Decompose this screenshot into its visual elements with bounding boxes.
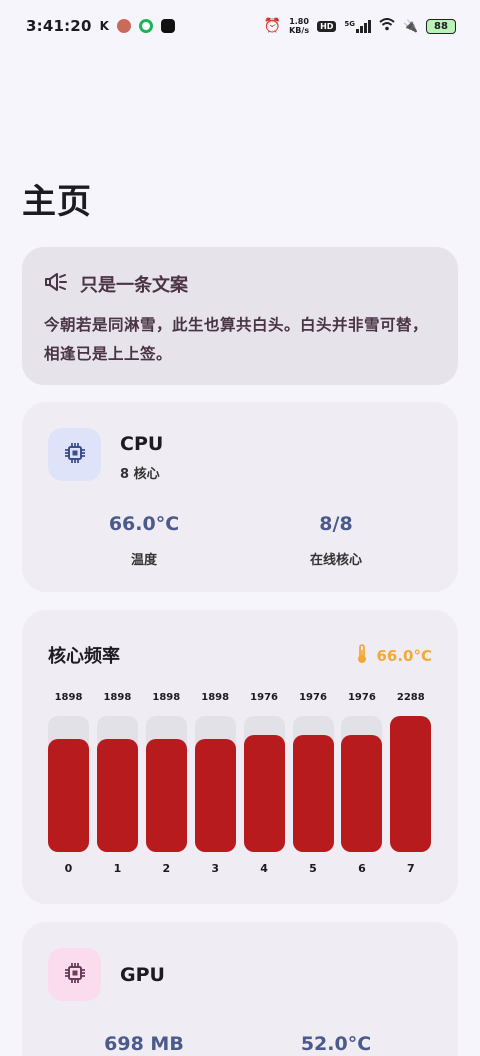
core-index-label: 6: [358, 862, 366, 875]
core-bar-fill: [96, 739, 138, 852]
cpu-core-count: 8 核心: [120, 467, 160, 482]
k-app-icon: K: [99, 19, 109, 33]
chip-icon: [63, 441, 87, 469]
core-bar-track: [390, 716, 432, 852]
cpu-online-label: 在线核心: [309, 553, 362, 568]
chip-icon: [63, 961, 87, 989]
core-freq-label: 1976: [299, 692, 327, 703]
gpu-icon-tile: [48, 948, 101, 1001]
core-index-label: 1: [113, 862, 122, 875]
core-bar-track: [48, 716, 89, 852]
core-bar-fill: [194, 739, 236, 852]
cpu-title: CPU: [120, 433, 164, 455]
core-index-label: 7: [406, 862, 415, 875]
status-bar-left: 3:41:20 K: [26, 17, 175, 35]
status-bar-right: ⏰ 1.80 KB/s HD 5G 🔌 88: [264, 17, 456, 35]
quote-text: 今朝若是同淋雪，此生也算共白头。白头并非雪可替，相逢已是上上签。: [44, 316, 429, 363]
gpu-card[interactable]: GPU 698 MB 52.0°C: [22, 922, 458, 1056]
core-bar-track: [341, 716, 383, 852]
status-bar: 3:41:20 K ⏰ 1.80 KB/s HD 5G 🔌 88: [0, 0, 480, 52]
core-index-label: 0: [64, 862, 73, 875]
net-speed: 1.80 KB/s: [289, 17, 309, 35]
net-speed-unit: KB/s: [289, 26, 310, 35]
core-freq-label: 1898: [54, 692, 83, 703]
core-freq-label: 1898: [152, 692, 181, 703]
status-time: 3:41:20: [26, 17, 92, 35]
cpu-online-value: 8/8: [319, 513, 353, 535]
green-app-icon: [138, 19, 153, 33]
cpu-temperature-value: 66.0°C: [108, 513, 180, 535]
core-bar-fill: [292, 735, 334, 852]
core-index-label: 2: [162, 862, 171, 875]
core-bar-fill: [243, 735, 285, 852]
cpu-temperature-label: 温度: [130, 553, 157, 568]
core-freq-label: 1898: [201, 692, 230, 703]
core-frequency-temp-value: 66.0°C: [376, 647, 432, 665]
core-frequency-temp: 66.0°C: [356, 644, 432, 668]
cpu-icon-tile: [48, 428, 101, 481]
page-title: 主页: [22, 182, 92, 222]
core-index-label: 3: [211, 862, 220, 875]
core-bar-track: [243, 716, 285, 852]
core-index-label: 4: [260, 862, 268, 875]
tiktok-icon: [160, 19, 175, 33]
core-bar-track: [292, 716, 334, 852]
core-bar-fill: [390, 716, 432, 852]
battery-indicator: 88: [426, 18, 456, 34]
net-speed-value: 1.80: [289, 17, 309, 26]
wifi-icon: [379, 17, 395, 35]
megaphone-icon: [44, 272, 68, 296]
core-bar-fill: [341, 735, 383, 852]
gpu-temperature-value: 52.0°C: [300, 1033, 372, 1055]
quote-header: 只是一条文案: [44, 271, 438, 297]
core-frequency-title: 核心频率: [48, 646, 120, 667]
core-bar-track: [96, 716, 138, 852]
core-frequency-bars: 1898 0 1898 1 1898 2 1898 3 1976 4 1976 5 1976 6 2288 7: [48, 692, 432, 882]
thermometer-icon: [356, 644, 368, 668]
avatar-app-icon: [116, 19, 131, 33]
signal-icon: 5G: [344, 19, 372, 33]
core-freq-label: 1976: [250, 692, 279, 703]
core-index-label: 5: [309, 862, 317, 875]
gpu-title: GPU: [120, 964, 165, 986]
hd-badge: HD: [317, 20, 337, 32]
core-bar-track: [194, 716, 236, 852]
core-freq-label: 1976: [347, 692, 376, 703]
core-bar-fill: [48, 739, 89, 852]
charging-icon: 🔌: [403, 19, 418, 33]
cpu-card[interactable]: CPU 8 核心 66.0°C 温度 8/8 在线核心: [22, 402, 458, 592]
core-bar-track: [145, 716, 187, 852]
core-bar-fill: [145, 739, 187, 852]
quote-title: 只是一条文案: [80, 275, 188, 296]
quote-card[interactable]: 只是一条文案 今朝若是同淋雪，此生也算共白头。白头并非雪可替，相逢已是上上签。: [22, 247, 458, 385]
gpu-memory-value: 698 MB: [104, 1033, 184, 1055]
signal-label: 5G: [344, 19, 356, 28]
core-frequency-card[interactable]: 核心频率 66.0°C 1898 0 1898 1 1898 2 1898 3 1976 4 197…: [22, 610, 458, 904]
alarm-icon: ⏰: [263, 18, 282, 34]
core-freq-label: 2288: [396, 692, 425, 703]
core-freq-label: 1898: [103, 692, 132, 703]
